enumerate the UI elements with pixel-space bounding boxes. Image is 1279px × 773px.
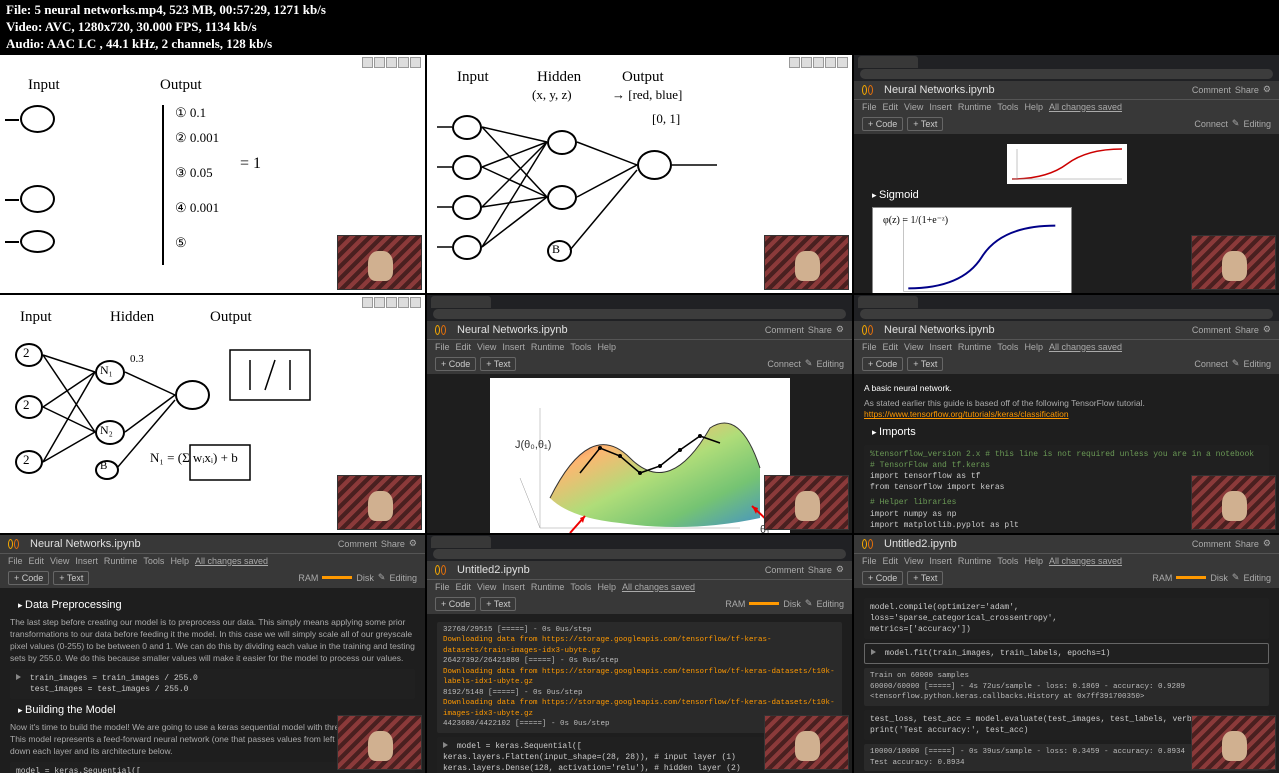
menu-view[interactable]: View — [904, 102, 923, 112]
menu-file[interactable]: File — [862, 102, 877, 112]
file-info-line3: Audio: AAC LC , 44.1 kHz, 2 channels, 12… — [6, 36, 1273, 53]
notebook-title[interactable]: Neural Networks.ipynb — [457, 324, 568, 336]
notebook-title[interactable]: Neural Networks.ipynb — [30, 538, 141, 550]
webcam-overlay — [337, 715, 422, 770]
notebook-title[interactable]: Untitled2.ipynb — [457, 564, 530, 576]
webcam-overlay — [1191, 475, 1276, 530]
panel-colab-sigmoid: Neural Networks.ipynb Comment Share ⚙ Fi… — [854, 55, 1279, 293]
menu-runtime[interactable]: Runtime — [958, 102, 992, 112]
file-info-line1: File: 5 neural networks.mp4, 523 MB, 00:… — [6, 2, 1273, 19]
notebook-title[interactable]: Untitled2.ipynb — [884, 538, 957, 550]
add-text-button[interactable]: + Text — [907, 117, 943, 131]
panel-whiteboard-2: Input Hidden Output (x, y, z) → [red, bl… — [427, 55, 852, 293]
menu-edit[interactable]: Edit — [883, 102, 899, 112]
webcam-overlay — [764, 715, 849, 770]
webcam-overlay — [1191, 715, 1276, 770]
panel-colab-fit: Untitled2.ipynb CommentShare⚙ FileEditVi… — [854, 535, 1279, 773]
comment-button[interactable]: Comment — [1192, 85, 1231, 95]
axis-j: J(θ₀,θ₁) — [515, 439, 551, 451]
webcam-overlay — [764, 235, 849, 290]
menu-insert[interactable]: Insert — [929, 102, 952, 112]
run-cell-icon[interactable] — [443, 742, 448, 748]
wb1-input: Input — [28, 77, 60, 94]
webcam-overlay — [1191, 235, 1276, 290]
panel-whiteboard-3: Input Hidden Output 2 2 2 N₁ N₂ B 0.3 — [0, 295, 425, 533]
panel-colab-preprocess: Neural Networks.ipynb CommentShare⚙ File… — [0, 535, 425, 773]
gear-icon[interactable]: ⚙ — [1263, 84, 1271, 95]
file-info-line2: Video: AVC, 1280x720, 30.000 FPS, 1134 k… — [6, 19, 1273, 36]
section-sigmoid: Sigmoid — [864, 188, 1269, 203]
webcam-overlay — [337, 235, 422, 290]
code-cell[interactable]: model.compile(optimizer='adam', loss='sp… — [864, 598, 1269, 640]
panel-colab-surface: Neural Networks.ipynb CommentShare⚙ File… — [427, 295, 852, 533]
colab-logo-icon — [435, 325, 451, 335]
notebook-title[interactable]: Neural Networks.ipynb — [884, 84, 995, 96]
colab-logo-icon — [862, 85, 878, 95]
connect-button[interactable]: Connect — [1194, 119, 1228, 129]
share-button[interactable]: Share — [1235, 85, 1259, 95]
panel-whiteboard-1: Input Output ① 0.1 ② 0.001 ③ 0.05 = 1 ④ … — [0, 55, 425, 293]
code-cell[interactable]: train_images = train_images / 255.0 test… — [10, 669, 415, 699]
panel-colab-imports: Neural Networks.ipynb CommentShare⚙ File… — [854, 295, 1279, 533]
menu-tools[interactable]: Tools — [997, 102, 1018, 112]
notebook-title[interactable]: Neural Networks.ipynb — [884, 324, 995, 336]
wb1-output: Output — [160, 77, 202, 94]
menu-help[interactable]: Help — [1024, 102, 1043, 112]
code-cell-active[interactable]: model.fit(train_images, train_labels, ep… — [864, 643, 1269, 664]
panel-colab-download: Untitled2.ipynb CommentShare⚙ FileEditVi… — [427, 535, 852, 773]
run-cell-icon[interactable] — [16, 674, 21, 680]
run-cell-icon[interactable] — [871, 649, 876, 655]
webcam-overlay — [337, 475, 422, 530]
webcam-overlay — [764, 475, 849, 530]
tutorial-link[interactable]: https://www.tensorflow.org/tutorials/ker… — [864, 409, 1069, 419]
add-code-button[interactable]: + Code — [862, 117, 903, 131]
